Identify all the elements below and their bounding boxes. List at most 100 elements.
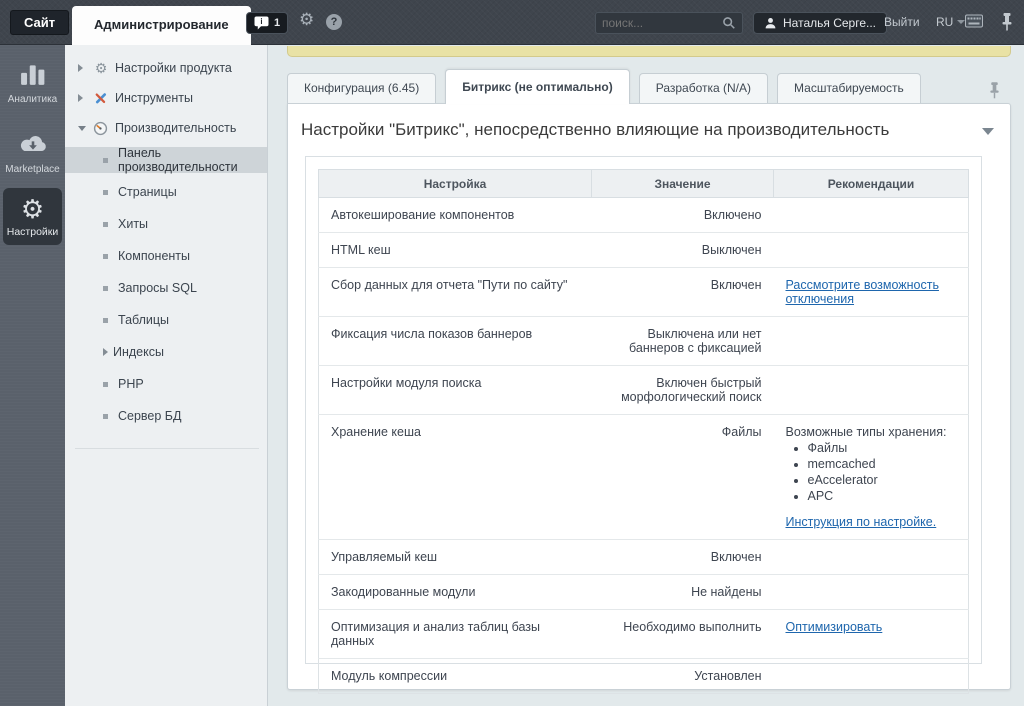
sidebar-item[interactable]: Панель производительности [65,146,267,174]
table-header-row: Настройка Значение Рекомендации [318,169,969,198]
sidebar-item[interactable]: Страницы [65,176,267,208]
setting-name: Управляемый кеш [318,539,592,575]
language-selector[interactable]: RU [936,15,966,29]
setting-recommendation [773,574,969,610]
pin-icon[interactable] [1001,13,1013,31]
recommendation-list: Файлы memcached eAccelerator APC [786,441,957,503]
recommendation-link[interactable]: Инструкция по настройке. [786,515,937,529]
chevron-right-icon[interactable] [103,348,108,356]
setting-recommendation: Рассмотрите возможность отключения [773,267,969,317]
table-column-header: Настройка [318,169,592,198]
sidebar-item[interactable]: Таблицы [65,304,267,336]
sidebar-item[interactable]: Производительность [65,113,267,143]
square-bullet-icon [103,381,108,387]
tab-inactive[interactable]: Разработка (N/A) [638,73,769,103]
user-menu-button[interactable]: Наталья Серге... [753,12,887,34]
table-column-header: Значение [591,169,774,198]
sidebar-items-container: ⚙ Настройки продукта Инструменты Производит… [65,53,267,432]
sidebar-item[interactable]: Инструменты [65,83,267,113]
cloud-download-icon [18,133,48,155]
table-row: Модуль компрессии Установлен [318,658,969,694]
table-row: Оптимизация и анализ таблиц базы данных Н… [318,609,969,659]
sidebar-item-label: Хиты [118,217,149,231]
square-bullet-icon [103,285,108,291]
table-row: Фиксация числа показов баннеров Выключена… [318,316,969,366]
chevron-right-icon[interactable] [78,64,83,72]
sidebar-item-label: Таблицы [118,313,170,327]
tab-inactive[interactable]: Масштабируемость [777,73,921,103]
sidebar-item[interactable]: Сервер БД [65,400,267,432]
keyboard-icon[interactable] [965,14,983,28]
sidebar-item[interactable]: Запросы SQL [65,272,267,304]
sidebar-item[interactable]: ⚙ Настройки продукта [65,53,267,83]
setting-value: Необходимо выполнить [591,609,774,659]
sidebar-divider [75,448,259,449]
search-box [595,12,743,34]
table-row: Управляемый кеш Включен [318,539,969,575]
recommendation-link[interactable]: Рассмотрите возможность отключения [786,278,939,306]
collapse-arrow-icon[interactable] [982,128,994,135]
settings-table: Настройка Значение Рекомендации Автокеширо… [318,169,969,694]
setting-recommendation [773,316,969,366]
rail-item-marketplace[interactable]: Marketplace [0,133,65,175]
settings-table-container: Настройка Значение Рекомендации Автокеширо… [305,156,982,694]
sidebar-item[interactable]: PHP [65,368,267,400]
site-tab[interactable]: Сайт [10,10,70,35]
table-row: Закодированные модули Не найдены [318,574,969,610]
admin-tab[interactable]: Администрирование [72,6,251,45]
tab-inactive[interactable]: Конфигурация (6.45) [287,73,437,103]
gear-icon[interactable]: ⚙ [299,10,314,30]
setting-recommendation: Оптимизировать [773,609,969,659]
logout-link[interactable]: Выйти [884,15,920,29]
setting-value: Включен [591,267,774,317]
gauge-icon [93,121,109,136]
setting-name: HTML кеш [318,232,592,268]
setting-value: Не найдены [591,574,774,610]
recommendation-list-item: Файлы [808,441,957,455]
sidebar-item[interactable]: Индексы [65,336,267,368]
square-bullet-icon [103,189,108,195]
panel-header: Настройки "Битрикс", непосредственно вли… [288,104,1010,152]
recommendation-link[interactable]: Оптимизировать [786,620,883,634]
setting-value: Включен [591,539,774,575]
square-bullet-icon [103,253,108,259]
setting-name: Сбор данных для отчета "Пути по сайту" [318,267,592,317]
chevron-right-icon[interactable] [78,94,83,102]
left-rail: Аналитика Marketplace ⚙ Настройки [0,45,65,706]
tools-icon [93,91,109,106]
help-icon[interactable]: ? [326,14,342,30]
square-bullet-icon [103,413,108,419]
main-content: Конфигурация (6.45) Битрикс (не оптимальн… [268,45,1024,706]
tab-active[interactable]: Битрикс (не оптимально) [445,69,630,104]
sidebar-item-label: Производительность [115,121,237,135]
setting-value: Выключена или нет баннеров с фиксацией [591,316,774,366]
setting-name: Модуль компрессии [318,658,592,694]
sidebar-item[interactable]: Компоненты [65,240,267,272]
svg-text:i: i [260,17,262,26]
rail-item-settings[interactable]: ⚙ Настройки [3,188,62,245]
chevron-down-icon[interactable] [78,125,86,131]
search-icon[interactable] [722,16,736,30]
user-name: Наталья Серге... [783,16,876,30]
sidebar-item-label: Сервер БД [118,409,182,423]
notifications-button[interactable]: i 1 [246,12,289,34]
setting-recommendation [773,197,969,233]
pin-icon[interactable] [989,82,1000,99]
table-row: Настройки модуля поиска Включен быстрый м… [318,365,969,415]
setting-value: Выключен [591,232,774,268]
setting-value: Включен быстрый морфологический поиск [591,365,774,415]
sidebar-item-label: Запросы SQL [118,281,197,295]
search-input[interactable] [602,16,722,30]
table-row: Сбор данных для отчета "Пути по сайту" Вк… [318,267,969,317]
page-title: Настройки "Битрикс", непосредственно вли… [301,120,890,139]
setting-name: Настройки модуля поиска [318,365,592,415]
language-label: RU [936,15,954,29]
notification-strip [287,46,1011,57]
setting-name: Автокеширование компонентов [318,197,592,233]
sidebar-item-label: PHP [118,377,144,391]
table-column-header: Рекомендации [773,169,969,198]
content-tabs: Конфигурация (6.45) Битрикс (не оптимальн… [287,68,930,104]
sidebar-item-label: Индексы [113,345,164,359]
rail-item-analytics[interactable]: Аналитика [0,63,65,105]
sidebar-item[interactable]: Хиты [65,208,267,240]
